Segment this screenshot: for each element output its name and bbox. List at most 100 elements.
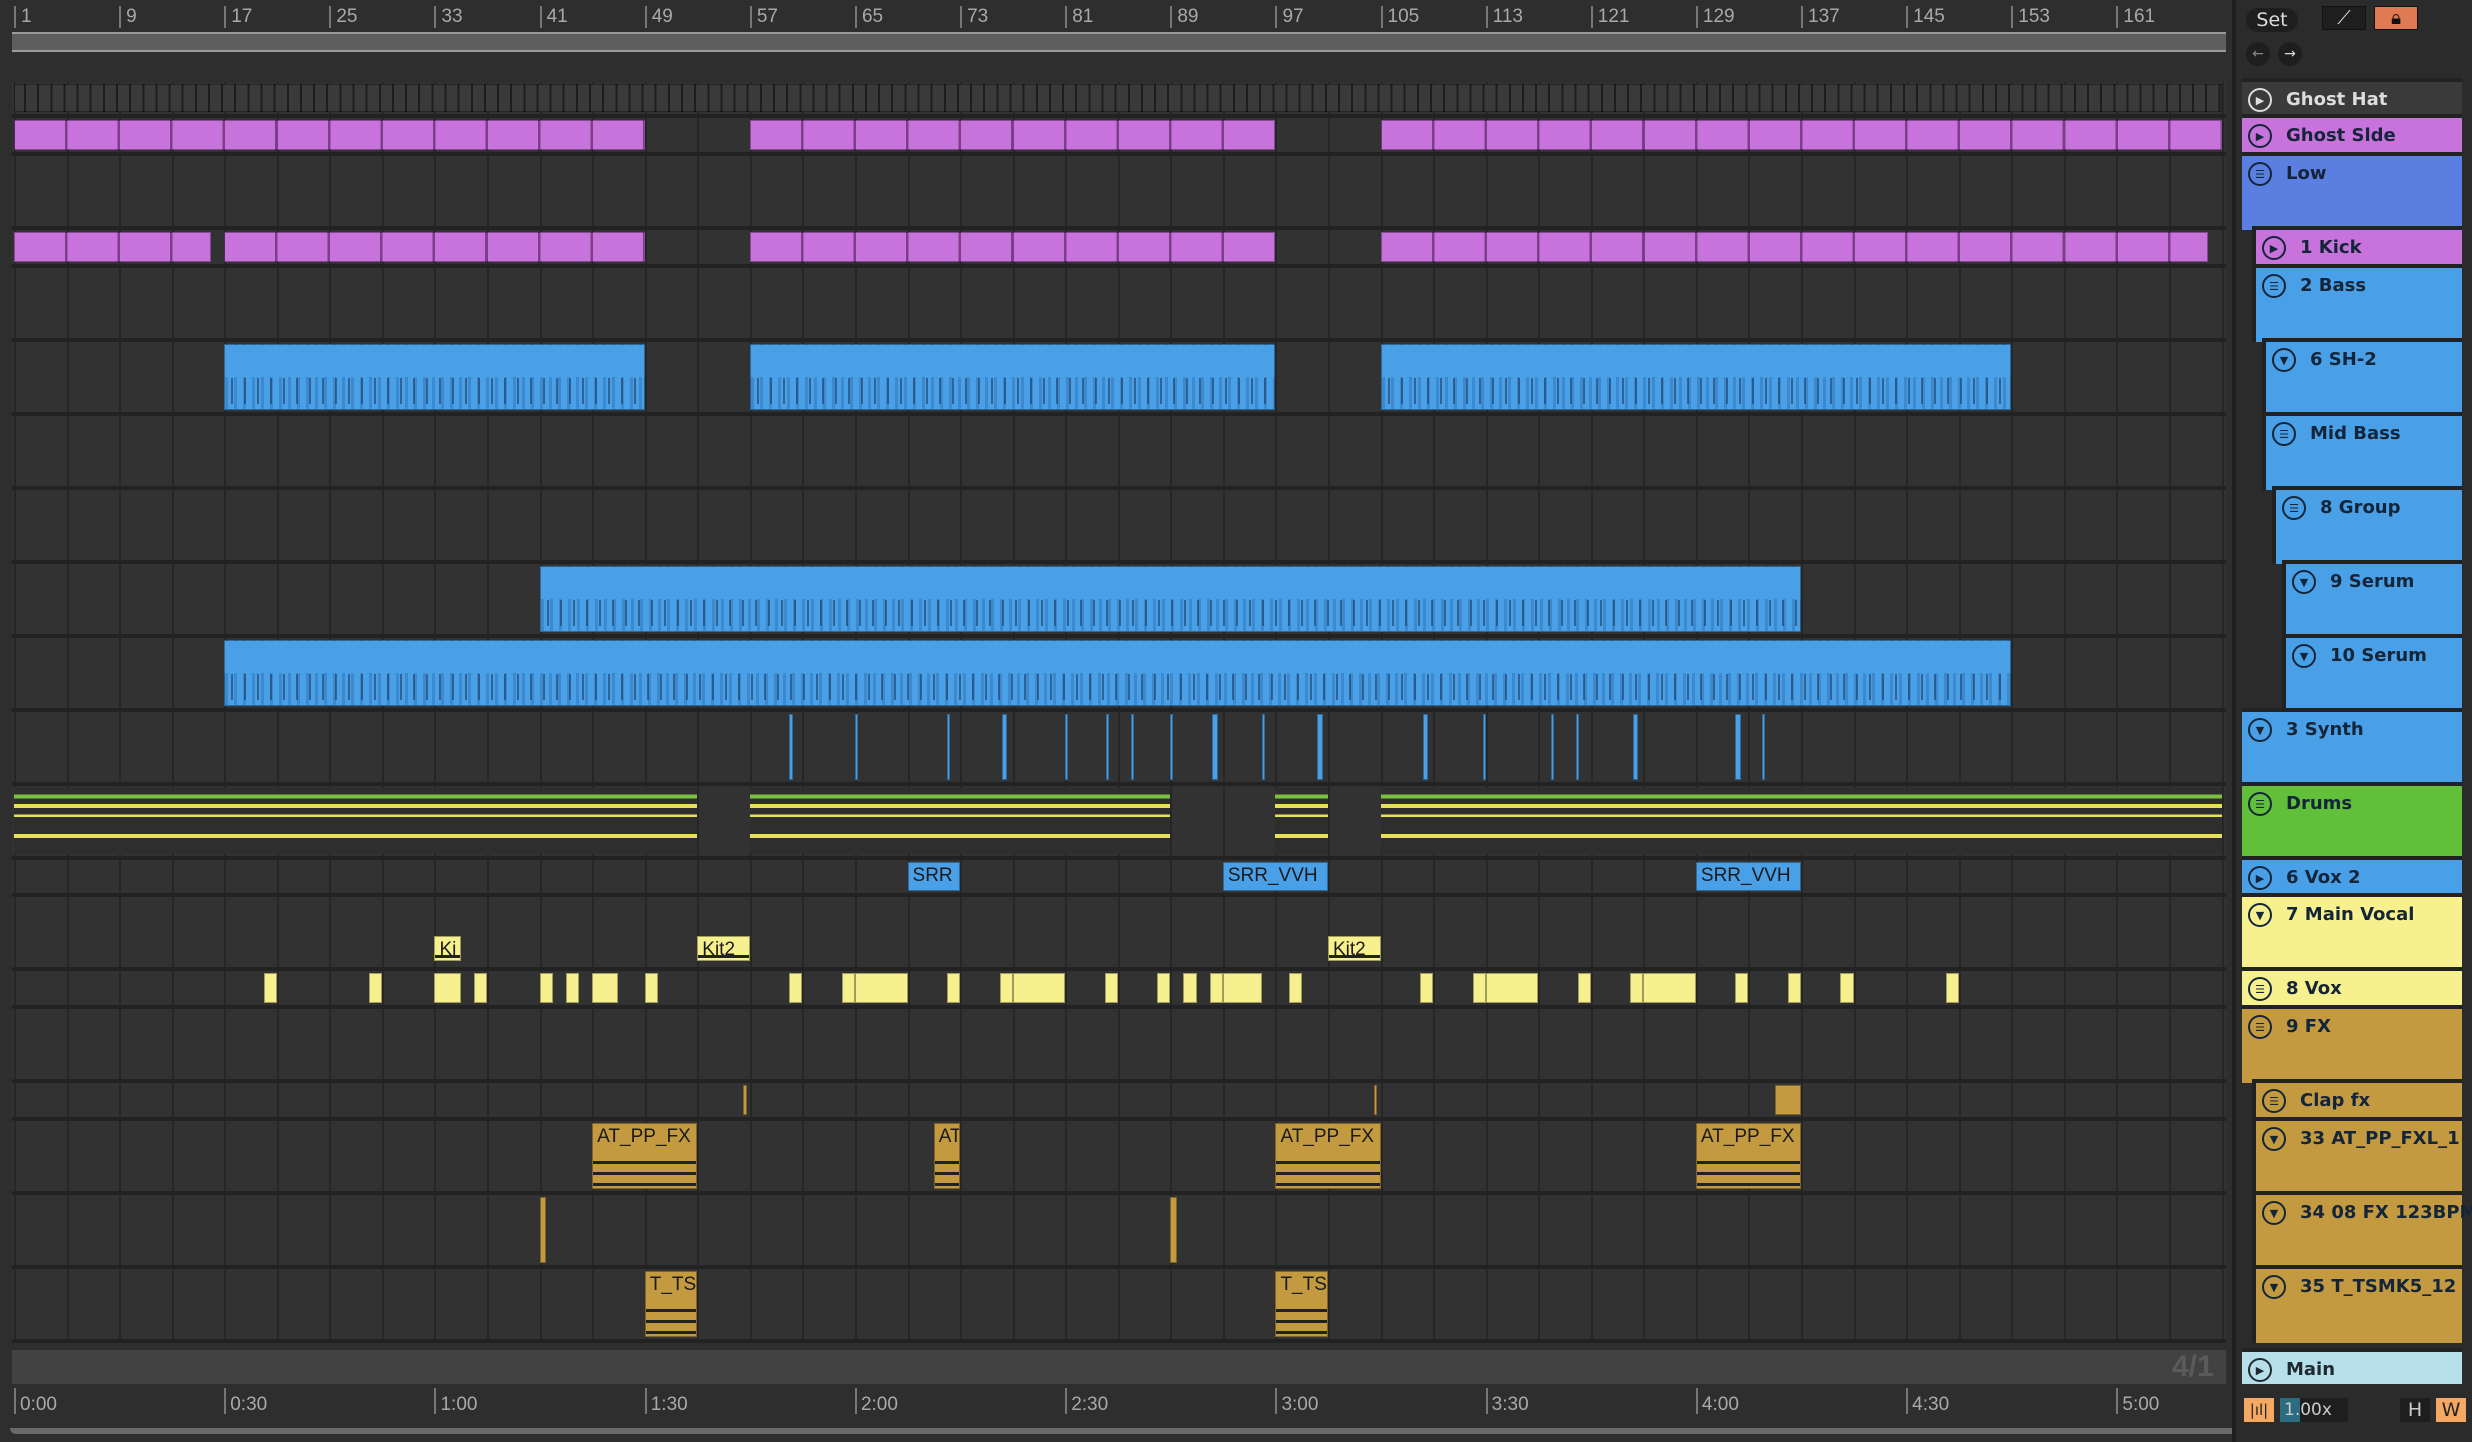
track-lane[interactable]: T_TS T_TS xyxy=(12,1269,2226,1343)
fold-triangle-icon[interactable]: ▼ xyxy=(2262,1127,2286,1151)
fold-triangle-icon[interactable]: ▼ xyxy=(2248,903,2272,927)
clip[interactable] xyxy=(1170,1197,1177,1263)
clip[interactable] xyxy=(749,788,1171,854)
clip[interactable] xyxy=(743,1085,748,1115)
track-lane[interactable] xyxy=(12,786,2226,860)
play-icon[interactable]: ▶ xyxy=(2262,236,2286,260)
clip[interactable]: T_TS xyxy=(644,1271,698,1337)
track-lane[interactable] xyxy=(12,342,2226,416)
group-icon[interactable]: ☰ xyxy=(2248,162,2272,186)
clip[interactable] xyxy=(749,120,1276,150)
clip[interactable] xyxy=(1380,788,2222,854)
track-lane[interactable] xyxy=(12,971,2226,1009)
clip[interactable] xyxy=(854,973,908,1003)
track-header[interactable]: ▼ 7 Main Vocal xyxy=(2242,893,2462,971)
track-header[interactable]: ▶ Ghost Slde xyxy=(2242,114,2462,156)
clip[interactable] xyxy=(1761,714,1765,780)
clip[interactable] xyxy=(1422,714,1428,780)
clip[interactable] xyxy=(1472,973,1486,1003)
track-header[interactable]: ☰ 8 Vox xyxy=(2242,967,2462,1009)
clip[interactable]: AT_PP_FX xyxy=(1695,1123,1802,1189)
track-header[interactable]: ☰ Mid Bass xyxy=(2262,412,2462,490)
play-icon[interactable]: ▶ xyxy=(2248,1358,2272,1382)
fold-triangle-icon[interactable]: ▼ xyxy=(2292,570,2316,594)
main-track-lane[interactable] xyxy=(12,1350,2226,1384)
clip[interactable] xyxy=(1157,973,1171,1003)
clip[interactable] xyxy=(1577,973,1591,1003)
play-icon[interactable]: ▶ xyxy=(2248,88,2272,112)
clip[interactable] xyxy=(1840,973,1854,1003)
h-button[interactable]: H xyxy=(2400,1398,2430,1422)
waveform-icon[interactable]: |ıl| xyxy=(2244,1398,2274,1422)
clip[interactable] xyxy=(1275,788,1328,854)
track-header[interactable]: ▶ Ghost Hat xyxy=(2242,78,2462,118)
clip[interactable] xyxy=(1212,714,1218,780)
clip[interactable] xyxy=(1002,714,1008,780)
clip[interactable] xyxy=(539,1197,547,1263)
track-lane[interactable] xyxy=(12,118,2226,156)
track-lane[interactable] xyxy=(12,490,2226,564)
clip[interactable]: SRR_VVH xyxy=(1695,862,1802,891)
clip[interactable] xyxy=(1380,232,2209,262)
clip[interactable]: AT_PP_FX xyxy=(592,1123,698,1189)
track-lane[interactable]: SRR SRR_VVH SRR_VVH xyxy=(12,860,2226,897)
track-lane[interactable] xyxy=(12,268,2226,342)
track-lane[interactable] xyxy=(12,82,2226,118)
clip[interactable]: AT_PP_FX xyxy=(1275,1123,1381,1189)
clip[interactable] xyxy=(1209,973,1223,1003)
clip[interactable] xyxy=(1643,973,1696,1003)
clip[interactable] xyxy=(14,84,2222,112)
clip[interactable] xyxy=(1183,973,1197,1003)
play-icon[interactable]: ▶ xyxy=(2248,866,2272,890)
track-header[interactable]: ☰ 8 Group xyxy=(2272,486,2462,564)
clip[interactable] xyxy=(1380,344,2012,410)
clip[interactable] xyxy=(1317,714,1323,780)
group-icon[interactable]: ☰ xyxy=(2262,274,2286,298)
clip[interactable] xyxy=(1485,973,1539,1003)
group-icon[interactable]: ☰ xyxy=(2248,792,2272,816)
clip[interactable]: Ki xyxy=(434,935,461,961)
clip[interactable] xyxy=(14,788,698,854)
clip[interactable] xyxy=(1262,714,1266,780)
track-header[interactable]: ▼ 35 T_TSMK5_12 xyxy=(2252,1265,2462,1343)
clip[interactable]: AT xyxy=(933,1123,961,1189)
clip[interactable] xyxy=(1104,973,1118,1003)
clip[interactable]: Kit2 xyxy=(1328,935,1381,961)
track-header[interactable]: ▼ 6 SH-2 xyxy=(2262,338,2462,416)
track-header[interactable]: ☰ 9 FX xyxy=(2242,1005,2462,1083)
track-lane[interactable]: AT_PP_FX AT AT_PP_FX AT_PP_FX xyxy=(12,1121,2226,1195)
clip[interactable]: Kit2 xyxy=(697,935,750,961)
clip[interactable]: SRR xyxy=(907,862,961,891)
clip[interactable] xyxy=(999,973,1013,1003)
clip[interactable] xyxy=(1105,714,1109,780)
clip[interactable] xyxy=(1373,1085,1377,1115)
track-lane[interactable] xyxy=(12,1083,2226,1121)
fold-triangle-icon[interactable]: ▼ xyxy=(2272,348,2296,372)
track-lane[interactable] xyxy=(12,1195,2226,1269)
forward-arrow-icon[interactable]: → xyxy=(2278,42,2302,66)
clip[interactable] xyxy=(14,120,645,150)
clip[interactable] xyxy=(749,344,1276,410)
clip[interactable] xyxy=(1012,973,1066,1003)
clip[interactable] xyxy=(473,973,488,1003)
clip[interactable] xyxy=(434,973,461,1003)
fold-triangle-icon[interactable]: ▼ xyxy=(2262,1275,2286,1299)
group-icon[interactable]: ☰ xyxy=(2248,1015,2272,1039)
track-header[interactable]: ☰ 2 Bass xyxy=(2252,264,2462,342)
clip[interactable]: SRR_VVH xyxy=(1222,862,1328,891)
clip[interactable] xyxy=(1735,973,1749,1003)
arrangement-view[interactable]: 1 9 17 25 33 41 49 57 65 73 81 89 97 105 113 121 129 137 1… xyxy=(0,0,2232,1442)
track-lane[interactable]: Ki Kit2 Kit2 xyxy=(12,897,2226,971)
clip[interactable] xyxy=(1774,1085,1802,1115)
clip[interactable] xyxy=(946,973,961,1003)
clip[interactable] xyxy=(946,714,950,780)
track-header[interactable]: ▼ 10 Serum xyxy=(2282,634,2462,712)
play-icon[interactable]: ▶ xyxy=(2248,124,2272,148)
clip[interactable] xyxy=(854,714,858,780)
clip[interactable] xyxy=(1576,714,1580,780)
clip[interactable] xyxy=(539,973,553,1003)
clip[interactable] xyxy=(565,973,579,1003)
track-header[interactable]: ▼ 34 08 FX 123BPM xyxy=(2252,1191,2472,1269)
clip[interactable] xyxy=(789,714,794,780)
clip[interactable] xyxy=(1632,714,1639,780)
